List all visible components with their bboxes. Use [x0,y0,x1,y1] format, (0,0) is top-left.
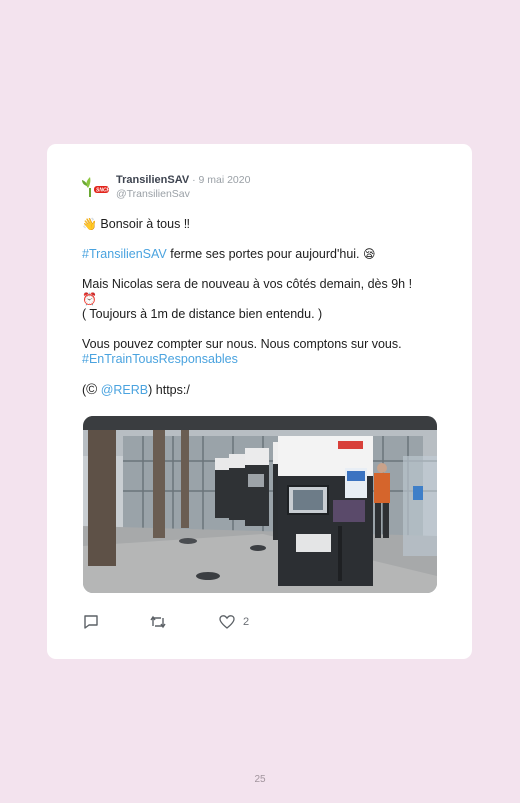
page-number: 25 [254,774,266,785]
tweet-card: SNCF TransilienSAV · 9 mai 2020 @Transil… [47,144,472,659]
mention-rerb[interactable]: @RERB [101,383,148,397]
tomorrow-line: Mais Nicolas sera de nouveau à vos côtés… [82,277,413,291]
tweet-date[interactable]: 9 mai 2020 [199,174,251,186]
transilien-logo-icon[interactable]: SNCF [81,175,111,199]
user-handle[interactable]: @TransilienSav [116,188,190,200]
tweet-photo[interactable] [83,416,437,593]
reply-icon[interactable] [83,614,99,630]
greeting-text: Bonsoir à tous ‼ [96,217,191,231]
hashtag-line: #EnTrainTousResponsables [82,352,442,367]
greeting-line: 👋 Bonsoir à tous ‼ [82,217,442,232]
copyright-symbol: © [86,381,98,398]
sleepy-face-emoji: 😪 [363,247,376,261]
retweet-icon[interactable] [149,614,167,630]
tweet-header: SNCF TransilienSAV · 9 mai 2020 @Transil… [81,172,421,200]
tweet-text: 👋 Bonsoir à tous ‼ #TransilienSAV ferme … [82,217,442,398]
ticket-machines-photo [83,416,437,593]
separator-dot: · [189,174,199,186]
like-count: 2 [243,616,250,628]
tweet-author-line: TransilienSAV · 9 mai 2020 [116,174,250,186]
svg-text:SNCF: SNCF [96,188,111,194]
closed-line: #TransilienSAV ferme ses portes pour auj… [82,247,442,262]
waving-hand-emoji: 👋 [82,217,97,231]
alarm-line: ⏰ [82,292,442,307]
distance-line: ( Toujours à 1m de distance bien entendu… [82,307,323,321]
count-on-us-line: Vous pouvez compter sur nous. Nous compt… [82,337,402,351]
display-name[interactable]: TransilienSAV [116,174,189,186]
alarm-clock-emoji: ⏰ [82,292,97,306]
tweet-actions: 2 [83,614,443,632]
heart-icon[interactable] [219,614,235,630]
hashtag-transiliensav[interactable]: #TransilienSAV [82,247,167,261]
truncated-url[interactable]: ) https:/ [148,383,190,397]
credit-line: (© @RERB) https:/ [82,382,442,398]
closed-text: ferme ses portes pour aujourd'hui. [166,247,364,261]
hashtag-entraintousresponsables[interactable]: #EnTrainTousResponsables [82,352,238,366]
